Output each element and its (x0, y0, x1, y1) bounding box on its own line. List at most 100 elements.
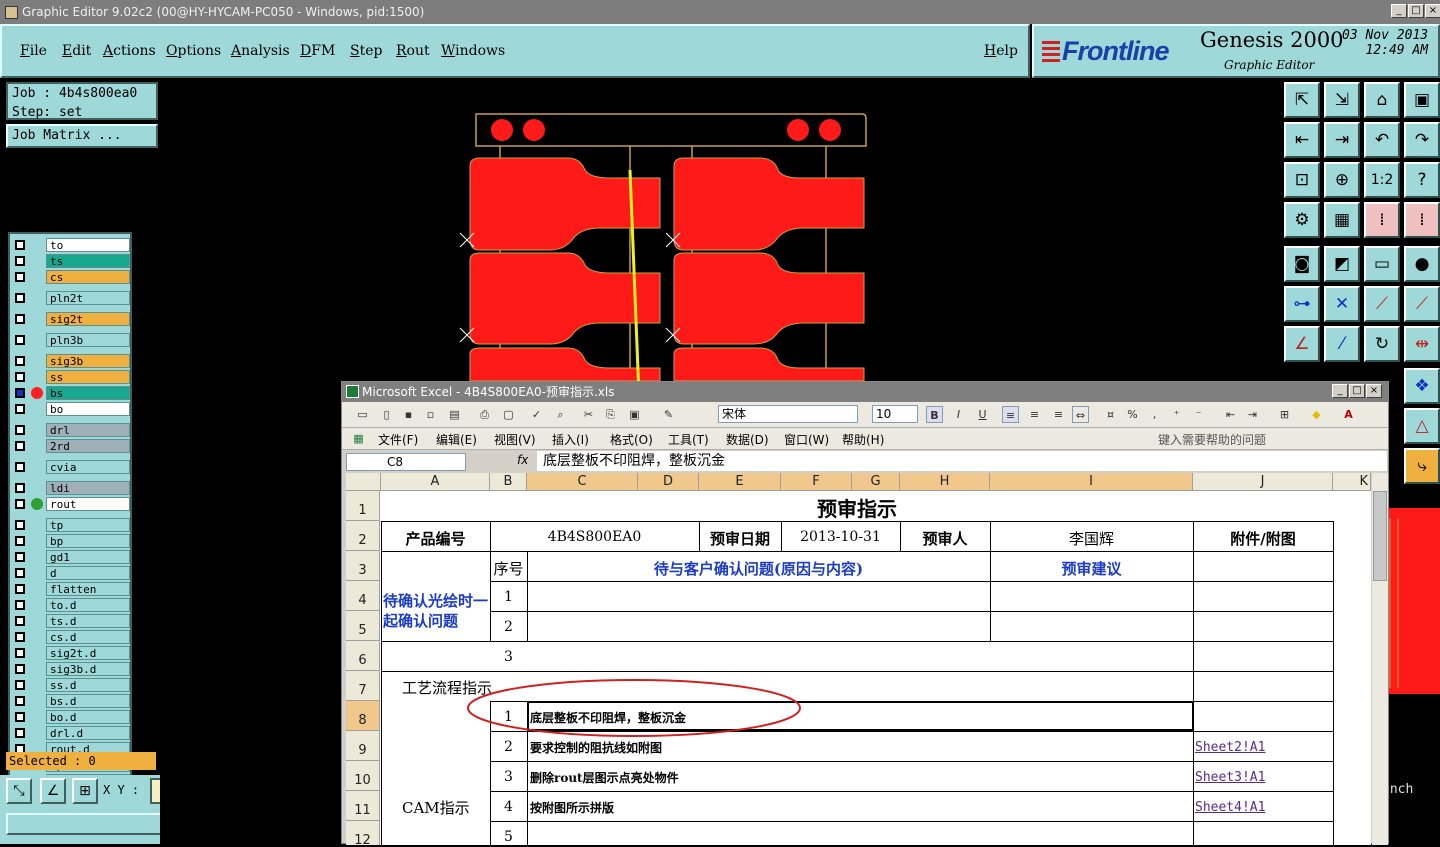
layer-row[interactable]: bs.d (12, 694, 130, 708)
menu-step[interactable]: Step (350, 43, 382, 59)
layer-checkbox[interactable] (15, 462, 25, 472)
layer-checkbox[interactable] (15, 356, 25, 366)
merge-icon[interactable]: ⇔ (1072, 406, 1089, 423)
layer-row[interactable]: cs (12, 270, 130, 284)
close-button[interactable]: × (1425, 4, 1440, 18)
redo-icon[interactable]: ↷ (1404, 122, 1440, 158)
layer-checkbox[interactable] (15, 335, 25, 345)
layer-row[interactable]: ts.d (12, 614, 130, 628)
layer-row[interactable]: d (12, 566, 130, 580)
font-name-select[interactable]: 宋体 (718, 405, 858, 423)
col-header[interactable]: I (990, 473, 1193, 491)
pan-right-icon[interactable]: ⇥ (1324, 122, 1360, 158)
row-header[interactable]: 12 (346, 821, 380, 845)
row-header[interactable]: 8 (346, 701, 380, 731)
grid-button[interactable]: ⊞ (72, 778, 98, 804)
xl-menu-view[interactable]: 视图(V) (494, 431, 536, 448)
layers-icon[interactable]: ⁞ (1364, 202, 1400, 238)
layer-row[interactable]: ss.d (12, 678, 130, 692)
align-center-icon[interactable]: ≡ (1026, 406, 1043, 423)
layer-checkbox[interactable] (15, 272, 25, 282)
col-header[interactable]: F (781, 473, 852, 491)
spelling-icon[interactable]: ✓ (528, 406, 545, 423)
cross-icon[interactable]: ✕ (1324, 286, 1360, 322)
layer-row[interactable]: cs.d (12, 630, 130, 644)
layer-checkbox[interactable] (15, 483, 25, 493)
col-header[interactable]: J (1193, 473, 1333, 491)
excel-minimize-button[interactable]: _ (1332, 384, 1348, 398)
layer-checkbox[interactable] (15, 552, 25, 562)
print-icon[interactable]: ⎙ (476, 406, 493, 423)
preview-icon[interactable]: ▢ (500, 406, 517, 423)
save-file-icon[interactable]: ▪ (400, 406, 417, 423)
pad-icon[interactable]: ◙ (1284, 246, 1320, 282)
layer-row[interactable]: bp (12, 534, 130, 548)
mirror-icon[interactable]: ⇹ (1404, 326, 1440, 362)
cam-item-link[interactable]: Sheet3!A1 (1195, 770, 1331, 785)
col-header[interactable]: K (1333, 473, 1371, 491)
layer-checkbox[interactable] (15, 632, 25, 642)
menu-options[interactable]: Options (166, 43, 221, 59)
slash-icon[interactable]: ⁄ (1324, 326, 1360, 362)
layer-row[interactable]: cvia (12, 460, 130, 474)
zoom-fit-button[interactable]: ⤡ (6, 778, 32, 804)
layer-row[interactable]: to.d (12, 598, 130, 612)
cam-item-link[interactable]: Sheet4!A1 (1195, 800, 1331, 815)
currency-icon[interactable]: ¤ (1102, 406, 1119, 423)
open-step-icon[interactable]: ⇱ (1284, 82, 1320, 118)
help-icon[interactable]: ? (1404, 162, 1440, 198)
layer-checkbox[interactable] (15, 372, 25, 382)
row-header[interactable]: 6 (346, 641, 380, 671)
layer-row[interactable]: pln2t (12, 291, 130, 305)
layer-row[interactable]: sig3b.d (12, 662, 130, 676)
research-icon[interactable]: ⌕ (552, 406, 569, 423)
route-icon[interactable]: ⤷ (1404, 448, 1440, 484)
layers-alt-icon[interactable]: ⁞ (1404, 202, 1440, 238)
measure-button[interactable]: ∠ (40, 778, 66, 804)
group-icon[interactable]: ❖ (1404, 368, 1440, 404)
cam-item-link[interactable]: Sheet2!A1 (1195, 740, 1331, 755)
layer-row[interactable]: sig2t.d (12, 646, 130, 660)
xl-menu-window[interactable]: 窗口(W) (784, 431, 829, 448)
line-icon[interactable]: ⟋ (1364, 286, 1400, 322)
layer-checkbox[interactable] (15, 584, 25, 594)
paste-icon[interactable]: ▣ (626, 406, 643, 423)
xl-menu-edit[interactable]: 编辑(E) (436, 431, 477, 448)
layer-checkbox[interactable] (15, 616, 25, 626)
layer-row[interactable]: sig2t (12, 312, 130, 326)
layer-checkbox[interactable] (15, 680, 25, 690)
permission-icon[interactable]: ▫ (422, 406, 439, 423)
connect-icon[interactable]: ⊶ (1284, 286, 1320, 322)
layer-checkbox[interactable] (15, 728, 25, 738)
row-header[interactable]: 3 (346, 551, 380, 581)
layer-row[interactable]: tp (12, 518, 130, 532)
col-header[interactable]: D (638, 473, 699, 491)
edit-shape-icon[interactable]: ◩ (1324, 246, 1360, 282)
row-header[interactable]: 1 (346, 491, 380, 521)
layer-row[interactable]: drl (12, 423, 130, 437)
bold-icon[interactable]: B (926, 406, 943, 423)
xl-menu-format[interactable]: 格式(O) (610, 431, 653, 448)
row-header[interactable]: 2 (346, 521, 380, 551)
spreadsheet-grid[interactable]: A B C D E F G H I J K 1 2 3 4 5 6 7 8 9 … (346, 473, 1371, 845)
col-header[interactable]: G (852, 473, 900, 491)
rotate-icon[interactable]: ↻ (1364, 326, 1400, 362)
layer-checkbox[interactable] (15, 664, 25, 674)
layer-checkbox[interactable] (15, 388, 25, 398)
layer-checkbox[interactable] (15, 441, 25, 451)
name-box[interactable]: C8 (346, 453, 466, 471)
menu-dfm[interactable]: DFM (300, 43, 335, 59)
excel-close-button[interactable]: × (1366, 384, 1382, 398)
scale-1-2-icon[interactable]: 1:2 (1364, 162, 1400, 198)
open-icon[interactable]: ▯ (378, 406, 395, 423)
layer-checkbox[interactable] (15, 314, 25, 324)
window-icon[interactable]: ▣ (1404, 82, 1440, 118)
home-icon[interactable]: ⌂ (1364, 82, 1400, 118)
col-header[interactable]: H (900, 473, 990, 491)
xl-menu-tools[interactable]: 工具(T) (668, 431, 709, 448)
layer-row[interactable]: bo.d (12, 710, 130, 724)
font-size-select[interactable]: 10 (872, 405, 918, 423)
layer-checkbox[interactable] (15, 256, 25, 266)
percent-icon[interactable]: % (1124, 406, 1141, 423)
layer-row[interactable]: to (12, 238, 130, 252)
